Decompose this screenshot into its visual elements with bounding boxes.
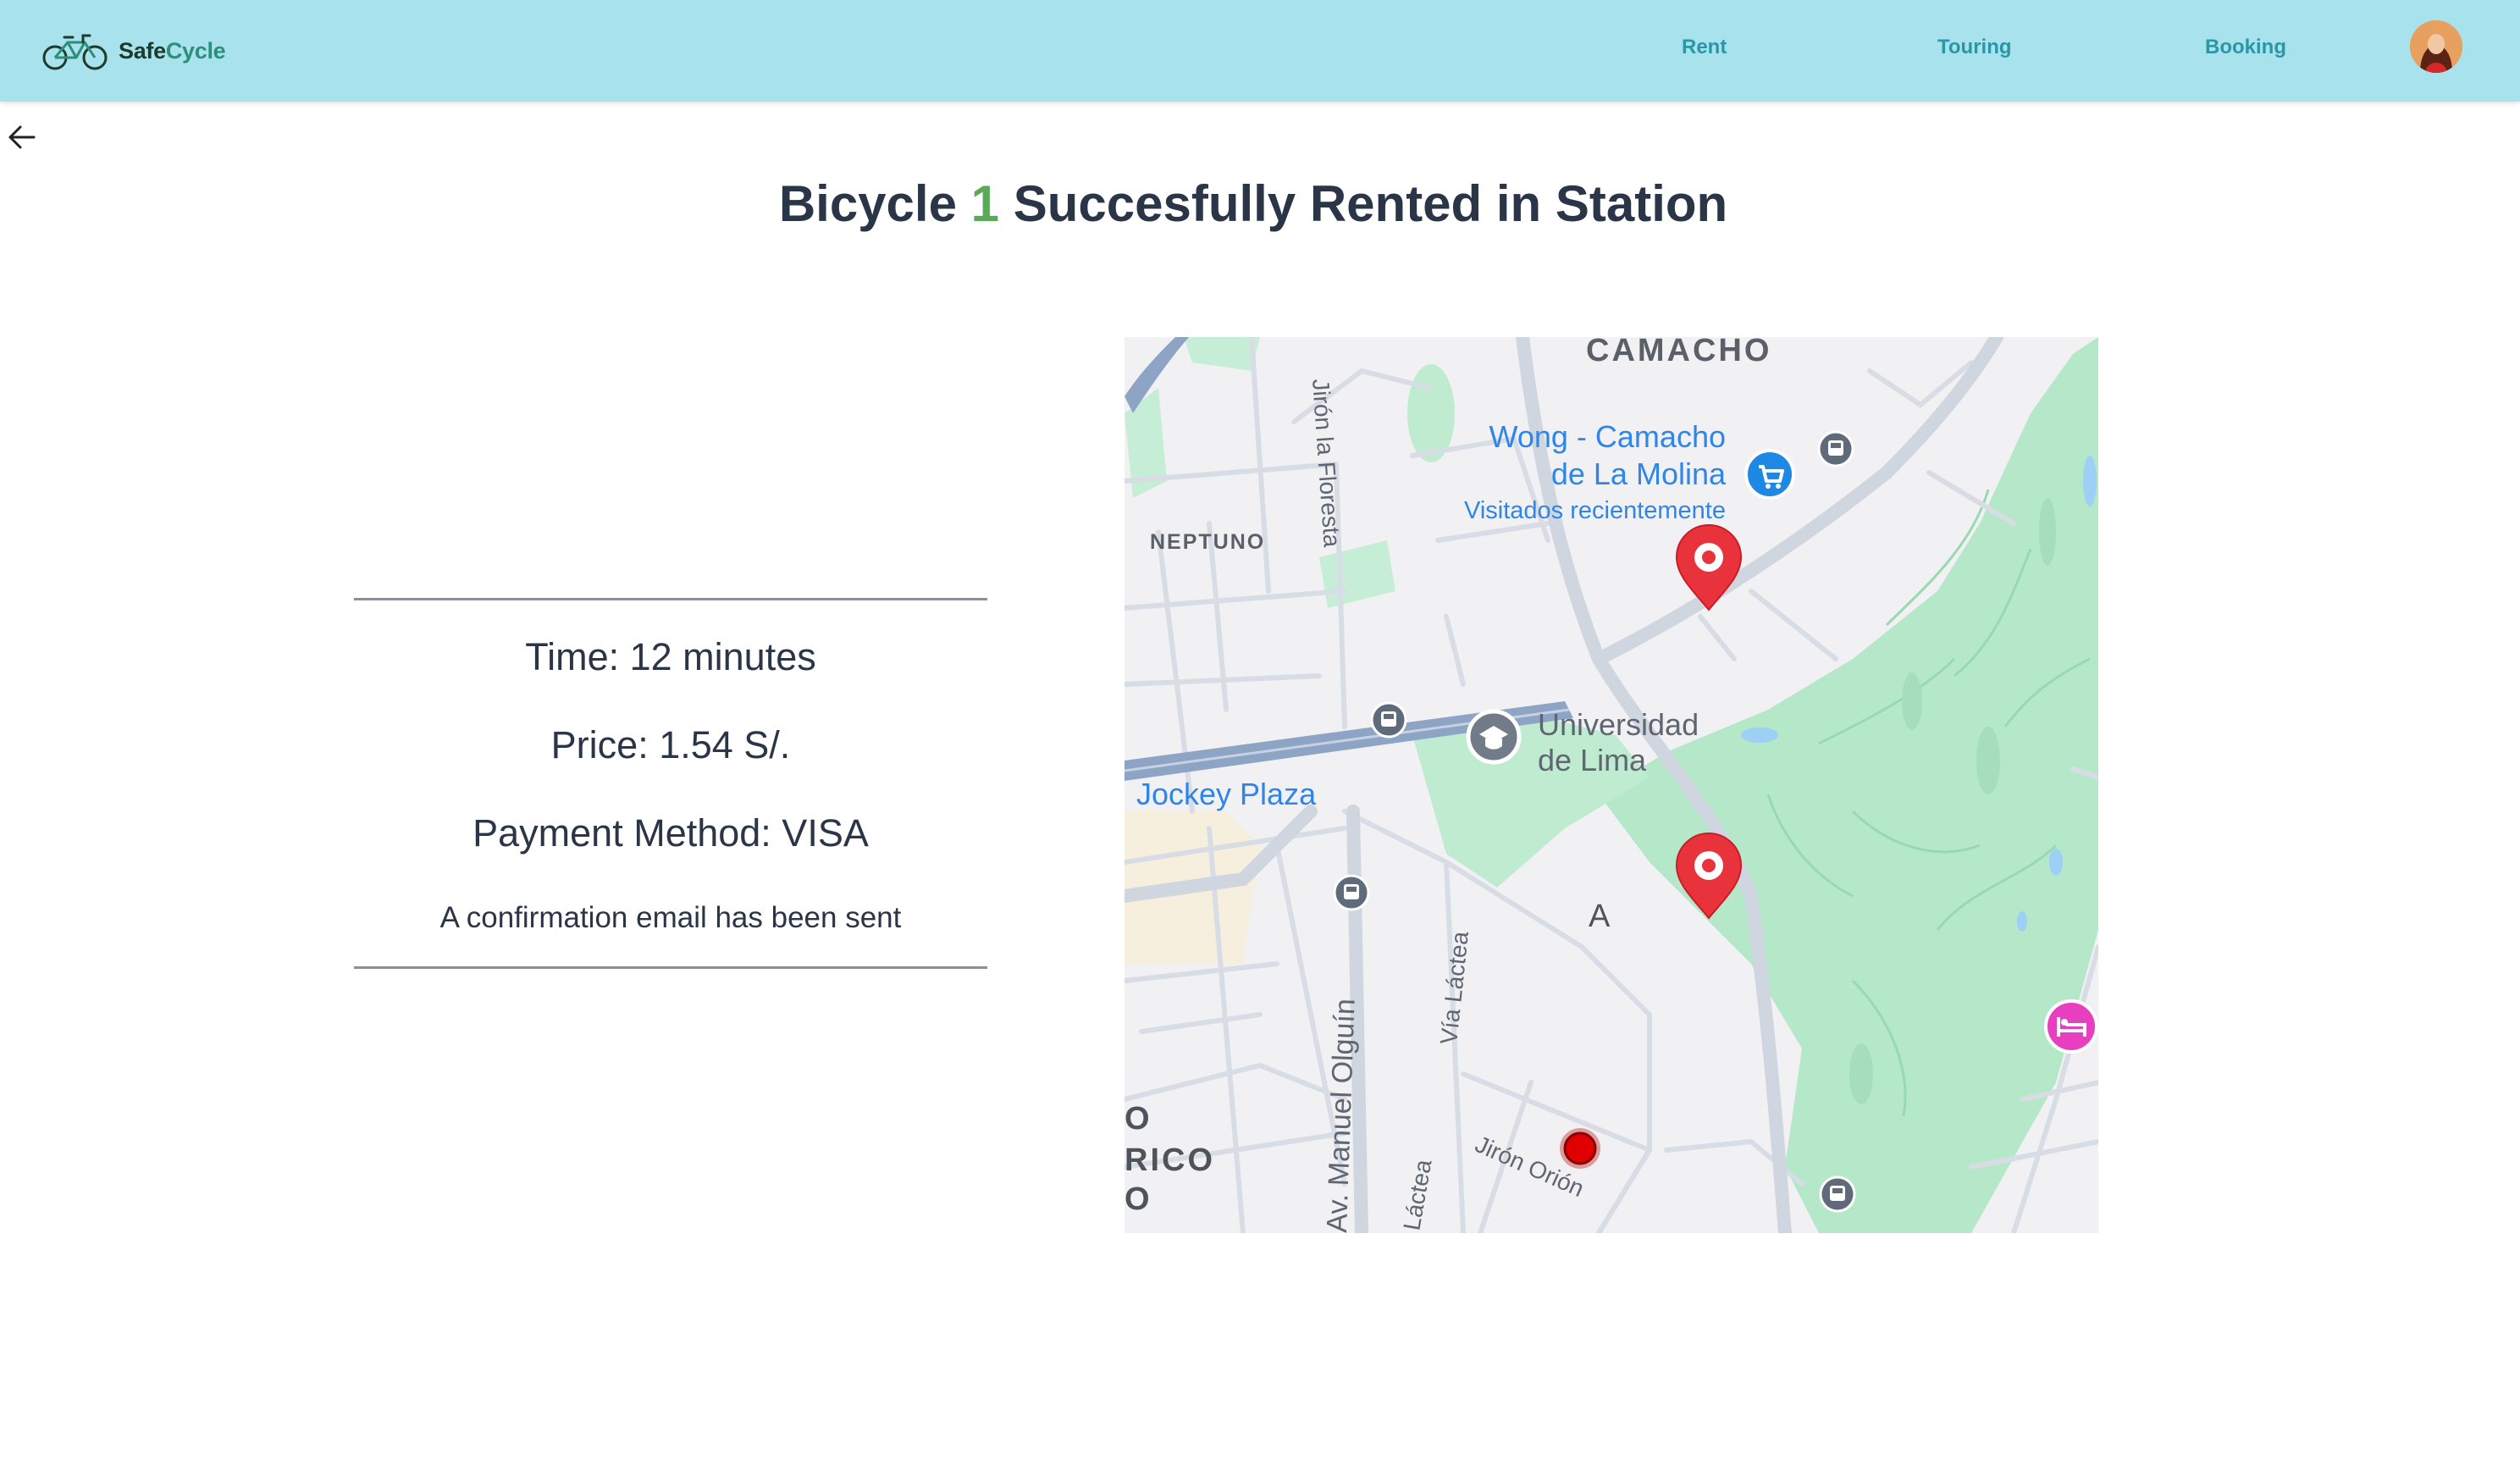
- map-label-camacho: CAMACHO: [1586, 337, 1771, 368]
- bicycle-logo-icon: [42, 34, 108, 70]
- bus-stop-icon: [1333, 874, 1370, 911]
- hotel-icon: [2044, 999, 2098, 1054]
- map-label-wong-1: Wong - Camacho: [1489, 419, 1726, 454]
- title-suffix: Succesfully Rented in Station: [1013, 175, 1728, 232]
- university-icon: [1466, 709, 1522, 765]
- nav-touring-link[interactable]: Touring: [1937, 34, 2012, 61]
- map-label-wong-2: de La Molina: [1551, 456, 1727, 491]
- rental-time: Time: 12 minutes: [525, 635, 816, 678]
- payment-method: Payment Method: VISA: [472, 811, 869, 855]
- bicycle-number: 1: [970, 175, 1000, 232]
- map-label-edge-3: O: [1125, 1181, 1152, 1217]
- title-prefix: Bicycle: [778, 175, 957, 232]
- rental-price: Price: 1.54 S/.: [550, 723, 791, 766]
- user-avatar[interactable]: [2410, 20, 2462, 73]
- map-label-neptuno: NEPTUNO: [1150, 530, 1265, 554]
- bus-stop-icon: [1819, 1176, 1856, 1213]
- top-navbar: SafeCycle Rent Touring Booking: [0, 0, 2520, 102]
- map-label-jockey-plaza: Jockey Plaza: [1136, 777, 1317, 811]
- confirmation-message: A confirmation email has been sent: [439, 901, 902, 934]
- details-top-divider: [354, 598, 987, 600]
- map-label-universidad-2: de Lima: [1538, 743, 1647, 777]
- map-label-a: A: [1589, 899, 1611, 934]
- map-label-edge-2: RICO: [1125, 1142, 1215, 1178]
- bus-stop-icon: [1370, 701, 1407, 738]
- map-label-visited: Visitados recientemente: [1464, 497, 1726, 524]
- brand-name: SafeCycle: [119, 37, 226, 64]
- avatar-portrait: [2410, 20, 2462, 73]
- back-arrow-icon[interactable]: [5, 120, 39, 154]
- map-label-edge-1: O: [1125, 1101, 1152, 1137]
- nav-rent-link[interactable]: Rent: [1682, 34, 1727, 61]
- current-location-dot: [1560, 1128, 1600, 1169]
- station-map[interactable]: CAMACHO NEPTUNO Wong - Camacho de La Mol…: [1125, 337, 2098, 1233]
- details-bottom-divider: [354, 966, 987, 969]
- brand-logo[interactable]: SafeCycle: [42, 24, 226, 78]
- shopping-cart-icon[interactable]: [1744, 449, 1795, 500]
- page-title: Bicycle 1 Succesfully Rented in Station: [0, 174, 2506, 233]
- bus-stop-icon: [1817, 430, 1854, 467]
- map-label-universidad-1: Universidad: [1538, 707, 1699, 742]
- nav-booking-link[interactable]: Booking: [2205, 34, 2286, 61]
